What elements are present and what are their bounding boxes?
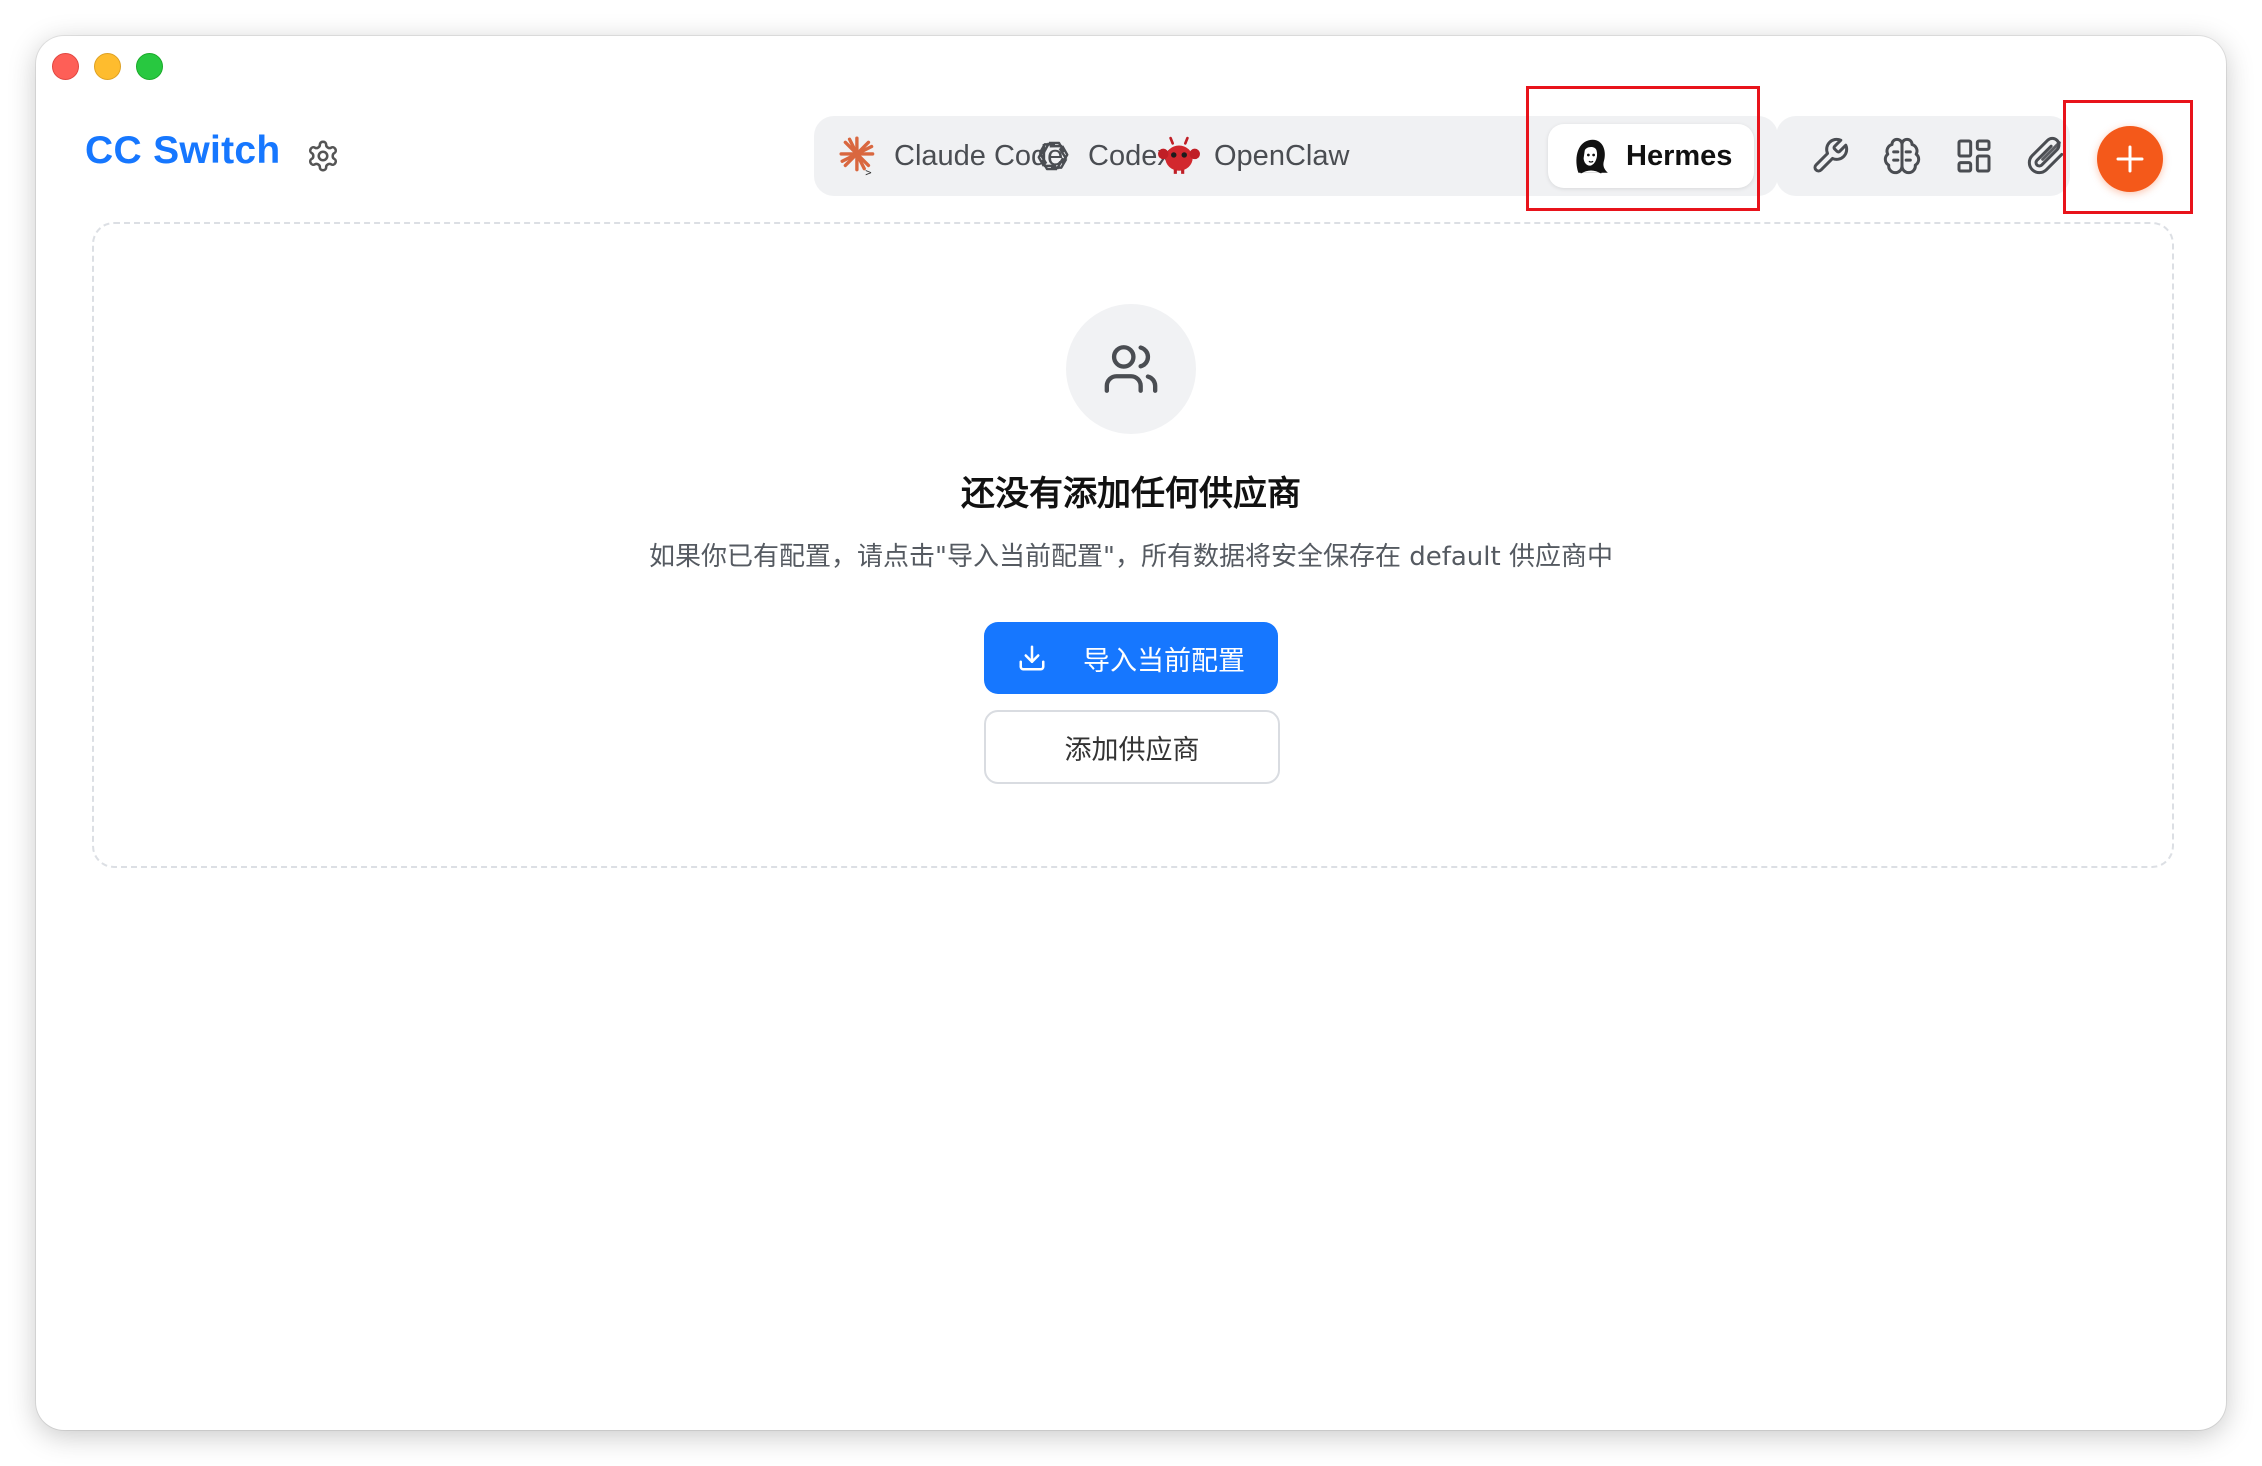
claude-icon: >_	[838, 135, 880, 177]
tab-claude-code[interactable]: >_ Claude Code	[838, 116, 1063, 196]
highlight-box-hermes	[1526, 86, 1760, 211]
close-window-button[interactable]	[52, 53, 79, 80]
window-controls	[52, 53, 163, 80]
grid-icon[interactable]	[1954, 136, 1994, 176]
wrench-icon[interactable]	[1810, 136, 1850, 176]
download-icon	[1019, 645, 1045, 671]
import-config-label: 导入当前配置	[1083, 645, 1245, 677]
users-icon	[1104, 345, 1158, 393]
openclaw-icon	[1158, 135, 1200, 177]
openai-icon	[1032, 135, 1074, 177]
paperclip-icon[interactable]	[2026, 136, 2066, 176]
minimize-window-button[interactable]	[94, 53, 121, 80]
gear-icon[interactable]	[306, 139, 340, 173]
toolbar	[1776, 116, 2070, 196]
add-provider-secondary-button[interactable]: 添加供应商	[984, 710, 1280, 784]
tab-label: OpenClaw	[1214, 139, 1350, 172]
empty-state-description: 如果你已有配置，请点击"导入当前配置"，所有数据将安全保存在 default 供…	[649, 542, 1613, 572]
svg-text:>_: >_	[865, 167, 878, 177]
empty-state-title: 还没有添加任何供应商	[961, 474, 1301, 514]
empty-state-avatar	[1066, 304, 1196, 434]
tab-openclaw[interactable]: OpenClaw	[1158, 116, 1349, 196]
highlight-box-add	[2063, 100, 2193, 214]
import-config-button[interactable]: 导入当前配置	[984, 622, 1278, 694]
app-window: CC Switch >_ Claude Code Codex OpenClaw …	[36, 36, 2226, 1430]
brain-icon[interactable]	[1882, 136, 1922, 176]
app-title: CC Switch	[85, 129, 281, 172]
tab-codex[interactable]: Codex	[1032, 116, 1172, 196]
add-provider-label: 添加供应商	[1064, 734, 1200, 766]
maximize-window-button[interactable]	[136, 53, 163, 80]
